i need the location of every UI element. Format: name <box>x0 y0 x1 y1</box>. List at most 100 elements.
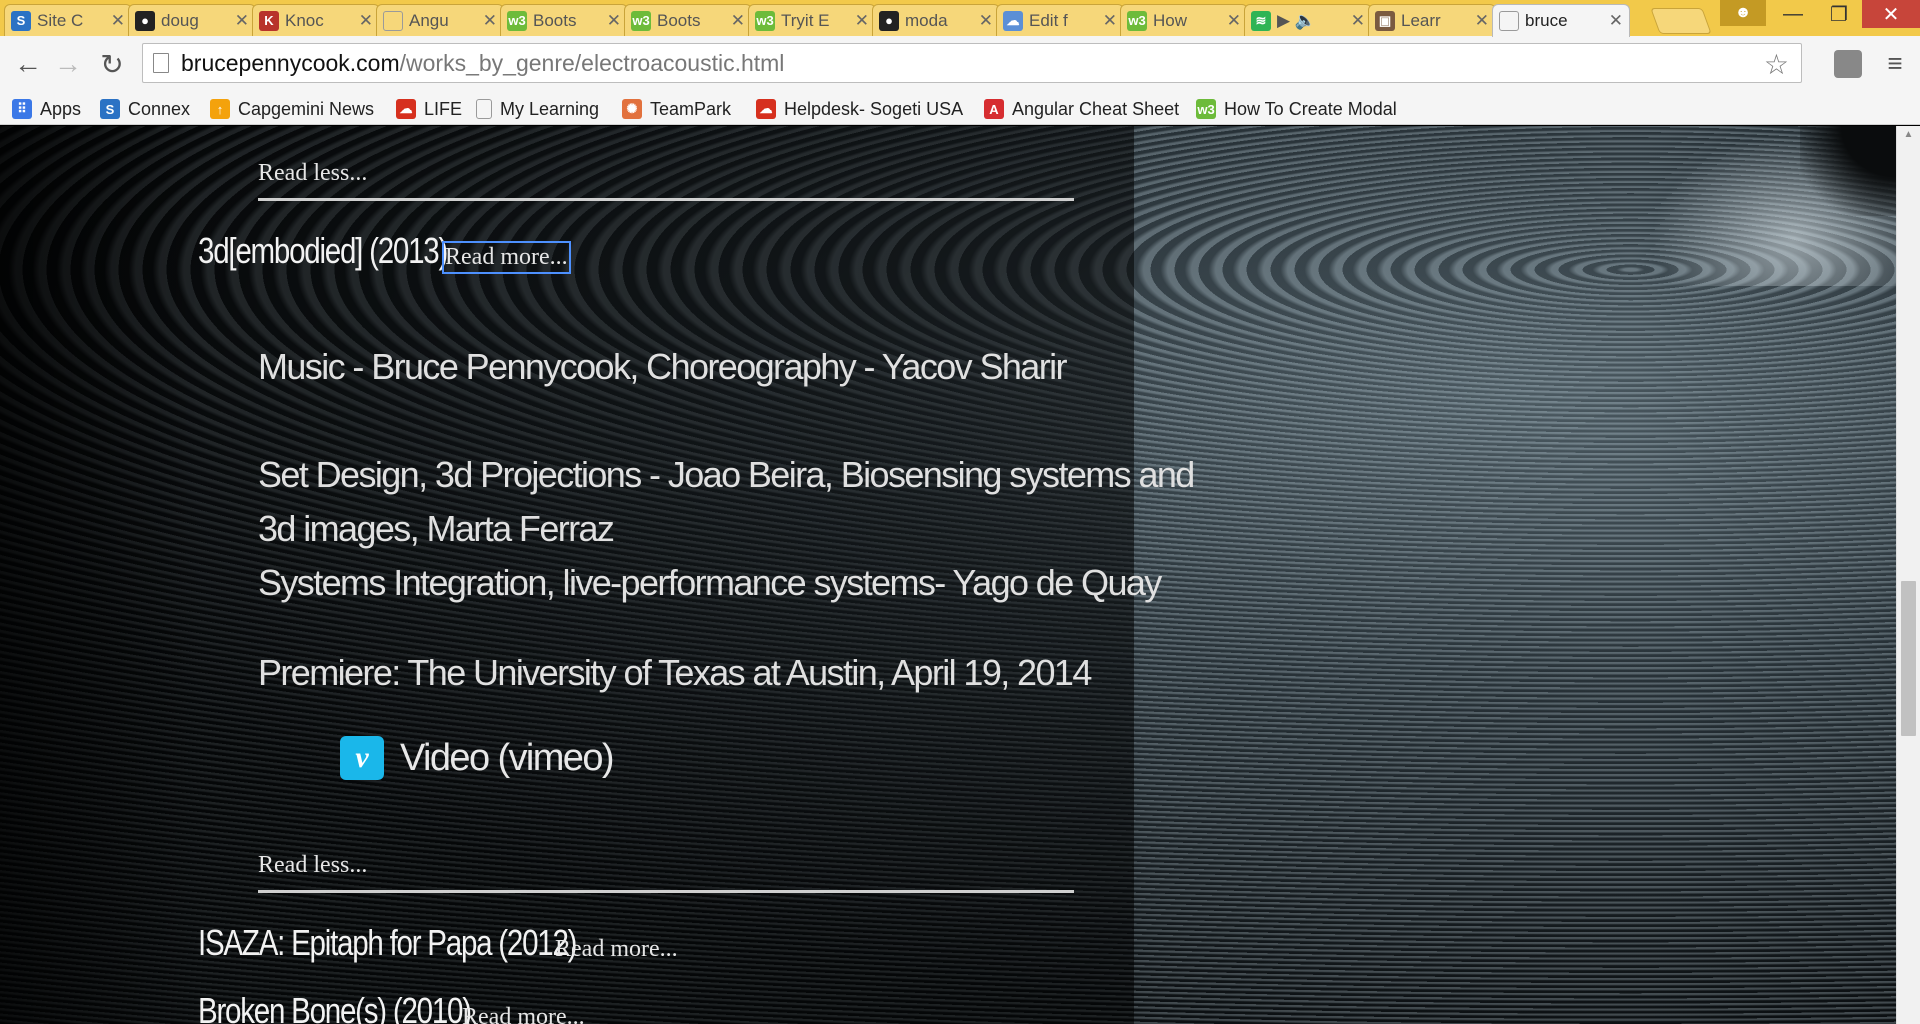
tab[interactable]: bruce ✕ <box>1492 4 1630 37</box>
angular-icon: A <box>984 99 1004 119</box>
tab-close-icon[interactable]: ✕ <box>979 11 993 31</box>
bookmark-item[interactable]: S Connex <box>100 96 190 122</box>
profile-icon[interactable]: ☻ <box>1720 0 1766 26</box>
tab[interactable]: ☁ Edit f ✕ <box>996 4 1124 36</box>
tab-close-icon[interactable]: ✕ <box>1609 11 1623 31</box>
page-icon <box>153 53 169 73</box>
work-title: 3d[embodied] (2013) <box>198 230 448 271</box>
bookmark-item[interactable]: w3 How To Create Modal <box>1196 96 1397 122</box>
forward-button[interactable]: → <box>50 46 86 82</box>
reload-button[interactable]: ↻ <box>94 46 130 82</box>
back-button[interactable]: ← <box>10 46 46 82</box>
tab-close-icon[interactable]: ✕ <box>855 11 869 31</box>
bookmark-item[interactable]: ✺ TeamPark <box>622 96 731 122</box>
scroll-thumb[interactable] <box>1901 581 1916 736</box>
tab-close-icon[interactable]: ✕ <box>1227 11 1241 31</box>
w3schools-icon: w3 <box>1127 10 1147 31</box>
tab-close-icon[interactable]: ✕ <box>359 11 373 31</box>
read-less-link[interactable]: Read less... <box>258 852 367 879</box>
tab-label: ▶ 🔈 <box>1277 10 1316 30</box>
bookmark-item[interactable]: ☁ Helpdesk- Sogeti USA <box>756 96 963 122</box>
divider <box>258 198 1074 201</box>
tab[interactable]: K Knoc ✕ <box>252 4 380 36</box>
bookmark-item[interactable]: ⠿ Apps <box>12 96 81 122</box>
bookmark-item[interactable]: A Angular Cheat Sheet <box>984 96 1179 122</box>
tab[interactable]: w3 Boots ✕ <box>624 4 752 36</box>
read-more-link[interactable]: Read more... <box>555 936 678 963</box>
tab[interactable]: ● doug ✕ <box>128 4 256 36</box>
address-bar[interactable]: brucepennycook.com/works_by_genre/electr… <box>142 43 1802 83</box>
w3schools-icon: w3 <box>755 10 775 31</box>
tab-close-icon[interactable]: ✕ <box>1475 11 1489 31</box>
bookmark-label: Capgemini News <box>238 98 375 119</box>
teampark-icon: ✺ <box>622 99 642 119</box>
read-more-link[interactable]: Read more... <box>442 241 571 274</box>
tab-close-icon[interactable]: ✕ <box>235 11 249 31</box>
credit-line: Music - Bruce Pennycook, Choreography - … <box>258 346 1067 387</box>
tab[interactable]: Angu ✕ <box>376 4 504 36</box>
minimize-button[interactable]: — <box>1770 0 1816 28</box>
life-icon: ☁ <box>396 99 416 119</box>
bookmarks-bar: ⠿ Apps S Connex ↑ Capgemini News ☁ LIFE My Learn… <box>0 92 1920 125</box>
divider <box>258 890 1074 893</box>
w3schools-icon: w3 <box>1196 99 1216 119</box>
close-window-button[interactable]: ✕ <box>1862 0 1920 28</box>
video-link[interactable]: Video (vimeo) <box>400 736 615 780</box>
read-more-link[interactable]: Read more... <box>462 1004 585 1024</box>
background-corner <box>1800 126 1896 216</box>
tab[interactable]: w3 Tryit E ✕ <box>748 4 876 36</box>
bookmark-item[interactable]: ☁ LIFE <box>396 96 462 122</box>
page-viewport: Read less... 3d[embodied] (2013) Read mo… <box>0 126 1896 1024</box>
works-list: Read less... 3d[embodied] (2013) Read mo… <box>0 126 1195 1024</box>
w3schools-icon: w3 <box>507 10 527 31</box>
bookmark-label: How To Create Modal <box>1224 98 1397 119</box>
tab-label: Edit f <box>1029 10 1068 30</box>
extension-icon[interactable] <box>1834 50 1862 78</box>
apps-grid-icon: ⠿ <box>12 99 32 119</box>
scroll-up-arrow-icon[interactable]: ▲ <box>1897 126 1920 144</box>
tab[interactable]: ▣ Learr ✕ <box>1368 4 1496 36</box>
tab[interactable]: w3 Boots ✕ <box>500 4 628 36</box>
tab-label: Angu <box>409 10 449 30</box>
page-icon <box>476 99 492 119</box>
tab-label: doug <box>161 10 199 30</box>
tab-close-icon[interactable]: ✕ <box>483 11 497 31</box>
cloud-icon: ☁ <box>1003 10 1023 31</box>
credit-line: 3d images, Marta Ferraz <box>258 508 615 549</box>
bookmark-star-icon[interactable]: ☆ <box>1764 48 1789 81</box>
w3schools-icon: w3 <box>631 10 651 31</box>
vertical-scrollbar[interactable]: ▲ <box>1896 126 1920 1024</box>
page-icon <box>1499 11 1519 31</box>
tab[interactable]: ● moda ✕ <box>872 4 1000 36</box>
tab-label: bruce <box>1525 11 1568 30</box>
credit-line: Set Design, 3d Projections - Joao Beira,… <box>258 454 1195 495</box>
tab[interactable]: w3 How ✕ <box>1120 4 1248 36</box>
tab-close-icon[interactable]: ✕ <box>1351 11 1365 31</box>
tab[interactable]: S Site C ✕ <box>4 4 132 36</box>
tab-close-icon[interactable]: ✕ <box>111 11 125 31</box>
spotify-icon: ≋ <box>1251 10 1271 31</box>
maximize-button[interactable]: ❐ <box>1816 0 1862 28</box>
tab[interactable]: ≋ ▶ 🔈 ✕ <box>1244 4 1372 36</box>
knockout-icon: K <box>259 10 279 31</box>
tab-label: Boots <box>657 10 701 30</box>
github-icon: ● <box>135 10 155 31</box>
bookmark-item[interactable]: My Learning <box>476 96 599 122</box>
new-tab-button[interactable] <box>1650 8 1712 34</box>
tab-close-icon[interactable]: ✕ <box>607 11 621 31</box>
bookmark-label: Helpdesk- Sogeti USA <box>784 98 964 119</box>
work-title: Broken Bone(s) (2010) <box>198 990 472 1024</box>
tab-label: How <box>1153 10 1188 30</box>
vimeo-icon[interactable]: v <box>340 736 384 780</box>
url-text[interactable]: brucepennycook.com/works_by_genre/electr… <box>181 50 784 77</box>
tab-close-icon[interactable]: ✕ <box>1103 11 1117 31</box>
tab-close-icon[interactable]: ✕ <box>731 11 745 31</box>
read-less-link[interactable]: Read less... <box>258 160 367 187</box>
bookmark-label: Connex <box>128 98 191 119</box>
work-title: ISAZA: Epitaph for Papa (2012) <box>198 922 577 963</box>
tab-strip: S Site C ✕ ● doug ✕ K Knoc ✕ Angu ✕ w3 Boots ✕ w3 Boots… <box>0 0 1920 37</box>
url-path: /works_by_genre/electroacoustic.html <box>399 49 785 76</box>
chrome-menu-icon[interactable]: ≡ <box>1882 48 1908 78</box>
url-host: brucepennycook.com <box>181 49 400 76</box>
bookmark-item[interactable]: ↑ Capgemini News <box>210 96 374 122</box>
